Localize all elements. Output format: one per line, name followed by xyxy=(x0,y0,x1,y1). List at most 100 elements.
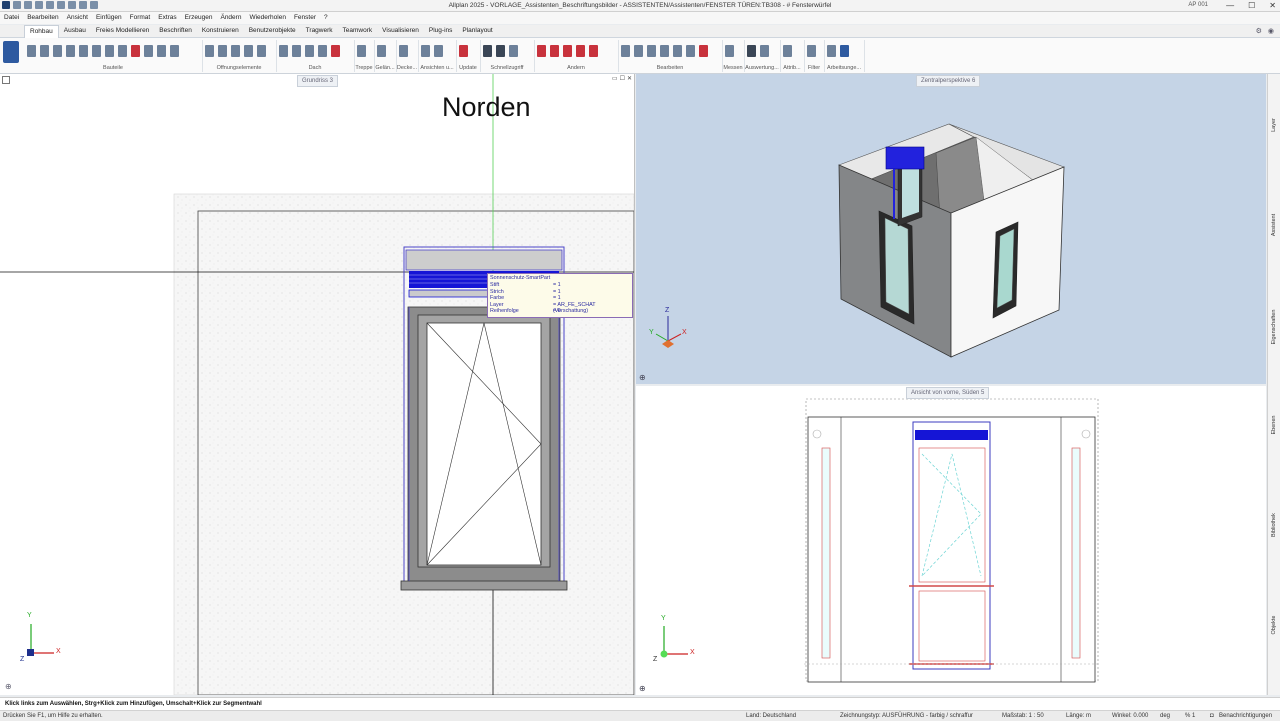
roof-covering-icon[interactable] xyxy=(318,45,327,57)
bauteil-icon[interactable] xyxy=(144,45,153,57)
dormer-icon[interactable] xyxy=(305,45,314,57)
tab-benutzerobjekte[interactable]: Benutzerobjekte xyxy=(244,25,301,38)
menu-fenster[interactable]: Fenster xyxy=(290,12,320,24)
tab-planlayout[interactable]: Planlayout xyxy=(457,25,497,38)
roof-icon[interactable] xyxy=(279,45,288,57)
update-icon[interactable] xyxy=(459,45,468,57)
stair-icon[interactable] xyxy=(357,45,366,57)
section-icon[interactable] xyxy=(434,45,443,57)
maximize-view-icon[interactable]: ☐ xyxy=(620,75,625,82)
navigation-icon[interactable]: ⊕ xyxy=(639,684,646,693)
palette-tab-objekte[interactable]: Objekte xyxy=(1271,599,1277,651)
tab-konstruieren[interactable]: Konstruieren xyxy=(197,25,244,38)
beam-icon[interactable] xyxy=(66,45,75,57)
viewport-perspective[interactable]: Zentralperspektive 6 Z X Y ⊕ xyxy=(636,74,1266,384)
menu-datei[interactable]: Datei xyxy=(0,12,23,24)
tab-beschriften[interactable]: Beschriften xyxy=(154,25,197,38)
menu-extras[interactable]: Extras xyxy=(154,12,180,24)
navigation-icon[interactable]: ⊕ xyxy=(639,373,646,382)
bauteil-icon[interactable] xyxy=(157,45,166,57)
viewport-label[interactable]: Ansicht von vorne, Süden 5 xyxy=(906,387,990,399)
wall-icon[interactable] xyxy=(27,45,36,57)
delete-icon[interactable] xyxy=(537,45,546,57)
maximize-button[interactable]: ☐ xyxy=(1248,0,1255,11)
tab-tragwerk[interactable]: Tragwerk xyxy=(301,25,338,38)
report-icon[interactable] xyxy=(760,45,769,57)
menu-help[interactable]: ? xyxy=(320,12,332,24)
workspace-icon[interactable] xyxy=(827,45,836,57)
viewport-grundriss[interactable]: Grundriss 3 ▭ ☐ ✕ Norden Y X Z ⊕ Sonnens… xyxy=(0,74,635,695)
palette-tab-layer[interactable]: Layer xyxy=(1271,99,1277,151)
bauteil-icon[interactable] xyxy=(118,45,127,57)
roof-plane-icon[interactable] xyxy=(292,45,301,57)
palette-tab-eigenschaften[interactable]: Eigenschaften xyxy=(1271,301,1277,353)
window-icon[interactable] xyxy=(205,45,214,57)
copy-icon[interactable] xyxy=(563,45,572,57)
slab-icon[interactable] xyxy=(40,45,49,57)
tab-freies-modellieren[interactable]: Freies Modellieren xyxy=(91,25,154,38)
view-icon[interactable] xyxy=(421,45,430,57)
modify-icon[interactable] xyxy=(576,45,585,57)
navigation-icon[interactable]: ⊕ xyxy=(5,682,12,691)
palette-tab-ebenen[interactable]: Ebenen xyxy=(1271,399,1277,451)
tab-plug-ins[interactable]: Plug-ins xyxy=(424,25,457,38)
railing-icon[interactable] xyxy=(377,45,386,57)
text-icon[interactable] xyxy=(496,45,505,57)
abc-icon[interactable] xyxy=(747,45,756,57)
tab-teamwork[interactable]: Teamwork xyxy=(338,25,378,38)
edit-icon[interactable] xyxy=(686,45,695,57)
dimension-icon[interactable] xyxy=(509,45,518,57)
tab-ausbau[interactable]: Ausbau xyxy=(59,25,91,38)
measure-icon[interactable] xyxy=(725,45,734,57)
minimize-view-icon[interactable]: ▭ xyxy=(612,75,618,82)
attribute-icon[interactable] xyxy=(783,45,792,57)
minimize-button[interactable]: — xyxy=(1226,0,1234,11)
bauteil-icon[interactable] xyxy=(105,45,114,57)
rotate-icon[interactable] xyxy=(589,45,598,57)
ribbon-group-dach: Dach xyxy=(276,40,355,72)
close-button[interactable]: ✕ xyxy=(1269,0,1276,11)
edit-icon[interactable] xyxy=(621,45,630,57)
viewport-elevation[interactable]: Ansicht von vorne, Süden 5 Y X Z ⊕ xyxy=(636,386,1266,695)
ribbon-group-label: Ändern xyxy=(567,65,585,71)
edit-icon[interactable] xyxy=(660,45,669,57)
viewport-label[interactable]: Zentralperspektive 6 xyxy=(916,75,981,87)
close-view-icon[interactable]: ✕ xyxy=(627,75,632,82)
filter-icon[interactable] xyxy=(807,45,816,57)
line-icon[interactable] xyxy=(483,45,492,57)
menu-wiederholen[interactable]: Wiederholen xyxy=(245,12,290,24)
menu-ansicht[interactable]: Ansicht xyxy=(63,12,92,24)
palette-tab-assistent[interactable]: Assistent xyxy=(1271,199,1277,251)
actionbar-menu-icon[interactable] xyxy=(3,41,19,63)
bauteil-icon[interactable] xyxy=(131,45,140,57)
tab-visualisieren[interactable]: Visualisieren xyxy=(377,25,424,38)
recess-icon[interactable] xyxy=(257,45,266,57)
edit-icon[interactable] xyxy=(647,45,656,57)
opening-icon[interactable] xyxy=(231,45,240,57)
bauteil-icon[interactable] xyxy=(170,45,179,57)
tab-rohbau[interactable]: Rohbau xyxy=(24,25,59,38)
menu-erzeugen[interactable]: Erzeugen xyxy=(181,12,217,24)
menu-aendern[interactable]: Ändern xyxy=(216,12,245,24)
edit-icon[interactable] xyxy=(634,45,643,57)
user-badge[interactable]: AP 001 xyxy=(1188,0,1208,11)
snap-icon[interactable] xyxy=(840,45,849,57)
menu-bearbeiten[interactable]: Bearbeiten xyxy=(23,12,62,24)
move-icon[interactable] xyxy=(550,45,559,57)
ceiling-icon[interactable] xyxy=(399,45,408,57)
palette-tab-bibliothek[interactable]: Bibliothek xyxy=(1271,499,1277,551)
niche-icon[interactable] xyxy=(244,45,253,57)
door-icon[interactable] xyxy=(218,45,227,57)
edit-icon[interactable] xyxy=(673,45,682,57)
close-icon[interactable] xyxy=(699,45,708,57)
skylight-icon[interactable] xyxy=(331,45,340,57)
viewport-menu-icon[interactable] xyxy=(2,76,10,84)
column-icon[interactable] xyxy=(53,45,62,57)
menu-format[interactable]: Format xyxy=(126,12,155,24)
menu-einfuegen[interactable]: Einfügen xyxy=(92,12,126,24)
lintel-icon[interactable] xyxy=(79,45,88,57)
gear-icon[interactable]: ⚙ xyxy=(1256,27,1262,35)
strip-foundation-icon[interactable] xyxy=(92,45,101,57)
help-icon[interactable]: ◉ xyxy=(1268,27,1274,35)
viewport-label[interactable]: Grundriss 3 xyxy=(297,75,339,87)
